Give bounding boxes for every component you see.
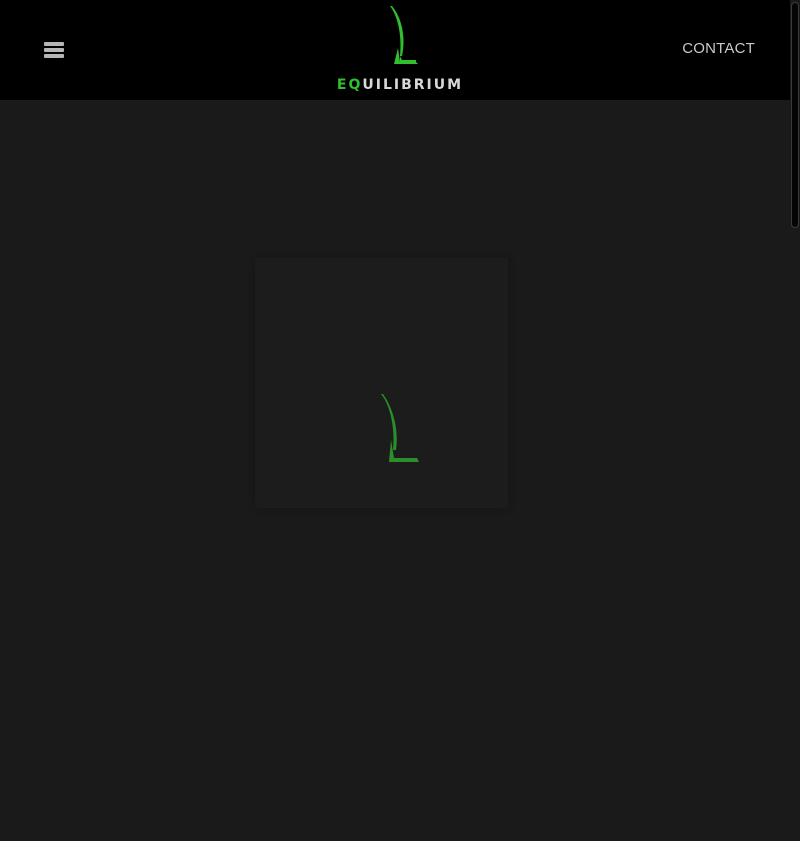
scrollbar-thumb[interactable]: [791, 2, 799, 228]
site-header: EQUILIBRIUM CONTACT: [0, 0, 800, 100]
logo-wordmark: EQUILIBRIUM: [334, 77, 466, 93]
contact-link[interactable]: CONTACT: [682, 40, 755, 57]
logo-wordmark-accent: EQ: [336, 77, 363, 93]
leaf-swoosh-icon: [390, 6, 418, 64]
vertical-scrollbar[interactable]: [790, 0, 800, 841]
loading-card: [255, 258, 508, 508]
logo[interactable]: EQUILIBRIUM: [334, 4, 466, 96]
logo-wordmark-rest: UILIBRIUM: [362, 77, 464, 93]
menu-bar-middle: [44, 48, 64, 52]
leaf-swoosh-icon: [381, 394, 419, 462]
menu-bar-bottom: [44, 54, 64, 58]
hamburger-menu-icon[interactable]: [40, 36, 70, 64]
page: EQUILIBRIUM CONTACT: [0, 0, 800, 841]
menu-bar-top: [44, 42, 64, 46]
